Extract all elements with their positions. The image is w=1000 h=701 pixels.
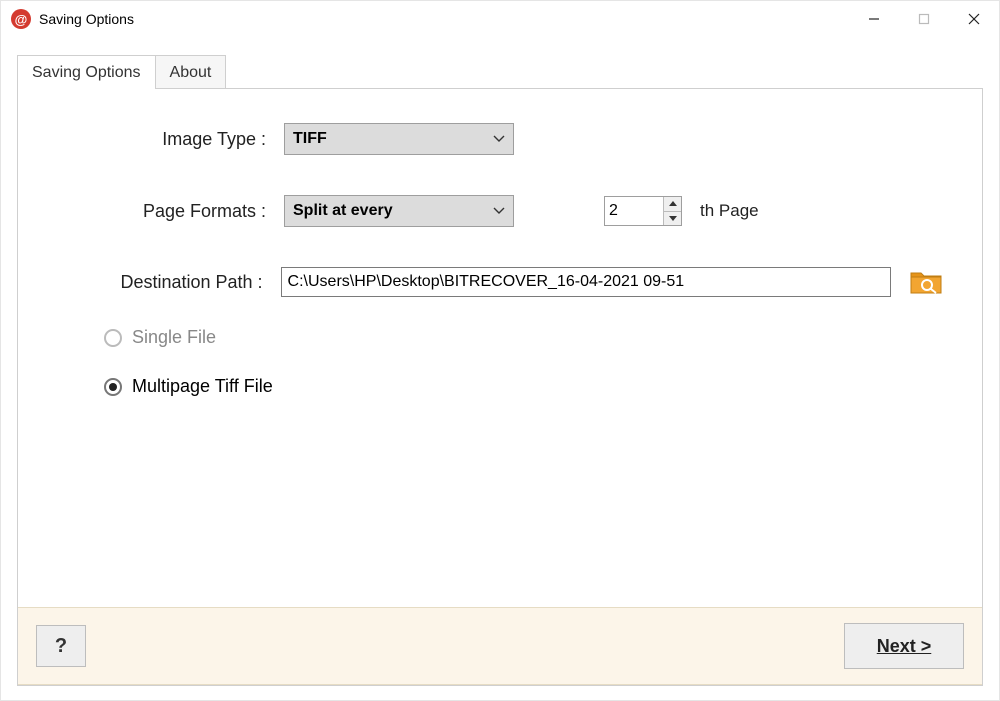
form-area: Image Type : TIFF Page Formats : Split a…: [18, 89, 982, 397]
triangle-up-icon: [669, 201, 677, 206]
help-button[interactable]: ?: [36, 625, 86, 667]
maximize-icon: [918, 13, 930, 25]
row-destination: Destination Path :: [54, 267, 946, 297]
radio-icon: [104, 378, 122, 396]
tabstrip: Saving Options About: [17, 55, 983, 89]
titlebar: @ Saving Options: [1, 1, 999, 37]
folder-search-icon: [909, 269, 943, 295]
window-controls: [849, 1, 999, 37]
file-mode-radios: Single File Multipage Tiff File: [104, 327, 946, 397]
page-number-wrapper: 2 th Page: [604, 196, 759, 226]
radio-single-file[interactable]: Single File: [104, 327, 946, 348]
radio-icon: [104, 329, 122, 347]
tab-label: Saving Options: [32, 64, 141, 82]
destination-label: Destination Path :: [54, 272, 281, 293]
radio-multipage-tiff[interactable]: Multipage Tiff File: [104, 376, 946, 397]
spinner: [663, 197, 681, 225]
image-type-value: TIFF: [293, 130, 327, 148]
minimize-button[interactable]: [849, 1, 899, 37]
image-type-label: Image Type :: [54, 129, 284, 150]
page-formats-dropdown[interactable]: Split at every: [284, 195, 514, 227]
tab-label: About: [170, 64, 212, 82]
row-page-formats: Page Formats : Split at every 2: [54, 195, 946, 227]
tab-saving-options[interactable]: Saving Options: [17, 55, 156, 89]
chevron-down-icon: [493, 202, 505, 220]
spinner-down-button[interactable]: [664, 212, 681, 226]
page-formats-label: Page Formats :: [54, 201, 284, 222]
maximize-button[interactable]: [899, 1, 949, 37]
next-label: Next >: [877, 636, 932, 657]
row-image-type: Image Type : TIFF: [54, 123, 946, 155]
close-button[interactable]: [949, 1, 999, 37]
spinner-up-button[interactable]: [664, 197, 681, 212]
page-suffix-label: th Page: [700, 201, 759, 221]
radio-label: Single File: [132, 327, 216, 348]
next-button[interactable]: Next >: [844, 623, 964, 669]
close-icon: [968, 13, 980, 25]
chevron-down-icon: [493, 130, 505, 148]
app-icon: @: [11, 9, 31, 29]
browse-button[interactable]: [907, 267, 946, 297]
destination-path-input[interactable]: [281, 267, 891, 297]
page-formats-value: Split at every: [293, 202, 393, 220]
page-number-value[interactable]: 2: [605, 197, 663, 225]
radio-label: Multipage Tiff File: [132, 376, 273, 397]
minimize-icon: [868, 13, 880, 25]
client-area: Saving Options About Image Type : TIFF: [1, 37, 999, 700]
triangle-down-icon: [669, 216, 677, 221]
tab-panel: Image Type : TIFF Page Formats : Split a…: [17, 89, 983, 686]
window: @ Saving Options Saving Options About: [0, 0, 1000, 701]
image-type-dropdown[interactable]: TIFF: [284, 123, 514, 155]
help-label: ?: [55, 635, 67, 658]
footer-bar: ? Next >: [18, 607, 982, 685]
page-number-stepper[interactable]: 2: [604, 196, 682, 226]
tab-about[interactable]: About: [155, 55, 227, 89]
window-title: Saving Options: [39, 11, 134, 27]
